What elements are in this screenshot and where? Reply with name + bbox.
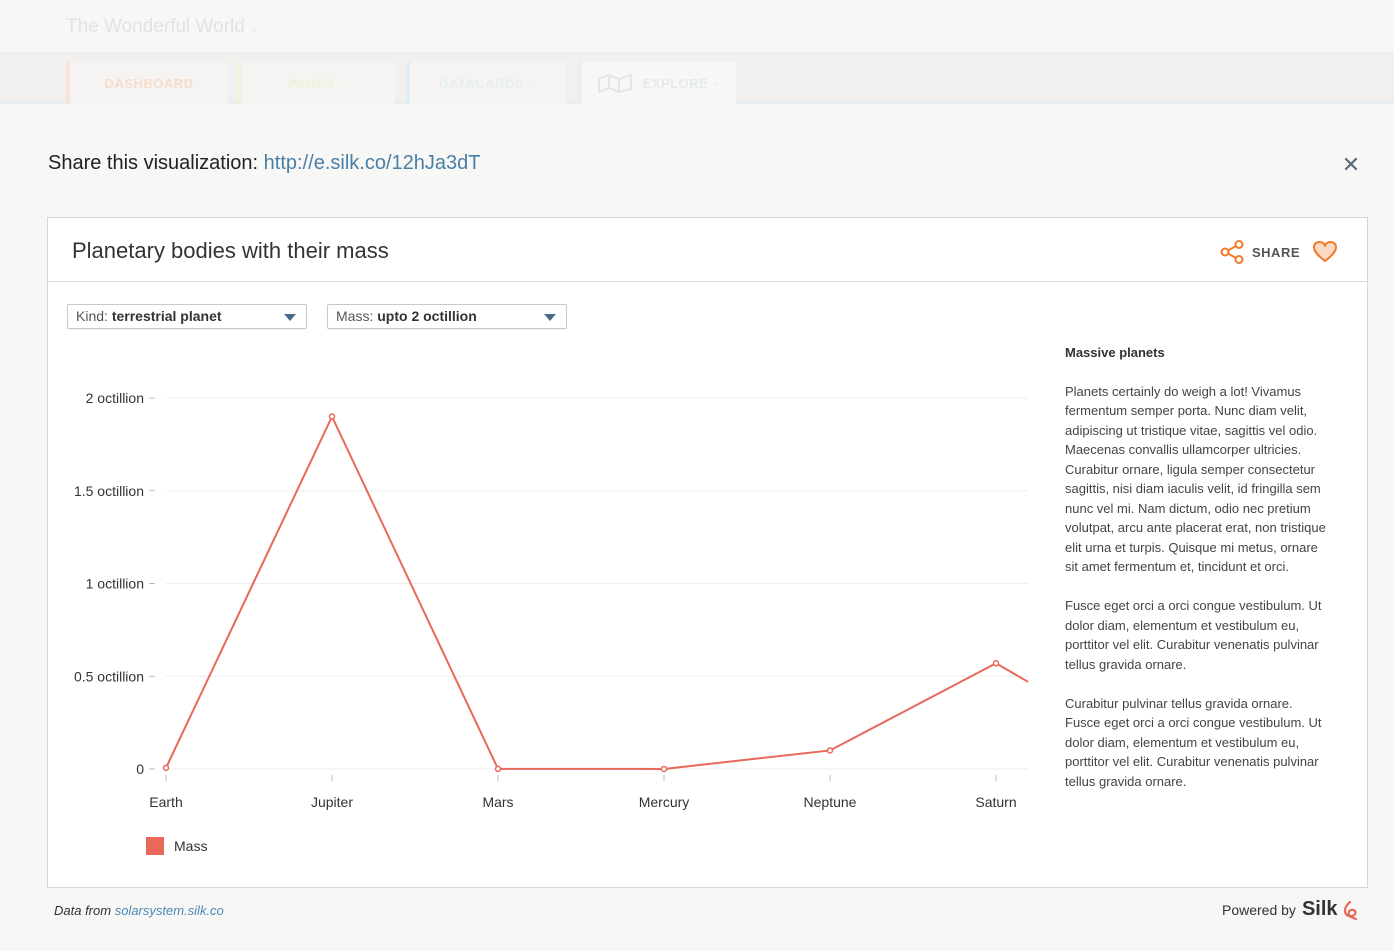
powered-by-label: Powered by bbox=[1222, 901, 1296, 918]
close-icon[interactable]: ✕ bbox=[1341, 154, 1361, 176]
legend-label: Mass bbox=[174, 838, 208, 854]
side-description: Massive planets Planets certainly do wei… bbox=[1065, 343, 1330, 811]
tab-label: EXPLORE bbox=[642, 75, 709, 91]
data-point bbox=[992, 660, 1000, 667]
share-url-link[interactable]: http://e.silk.co/12hJa3dT bbox=[264, 152, 481, 174]
tab-datacards[interactable]: DATACARDS ⌄ bbox=[406, 62, 566, 104]
side-paragraph: Fusce eget orci a orci congue vestibulum… bbox=[1065, 598, 1322, 672]
chevron-down-icon: ⌄ bbox=[248, 23, 259, 35]
side-paragraph: Curabitur pulvinar tellus gravida ornare… bbox=[1065, 695, 1322, 789]
data-point bbox=[328, 413, 336, 420]
share-row: Share this visualization: http://e.silk.… bbox=[48, 152, 480, 175]
powered-by[interactable]: Powered by Silk bbox=[1222, 898, 1359, 921]
chevron-down-icon: ⌄ bbox=[713, 77, 722, 88]
site-title-text: The Wonderful World bbox=[66, 16, 245, 37]
data-from-label: Data from bbox=[54, 903, 112, 918]
tab-pages[interactable]: PAGES ⌄ bbox=[237, 62, 395, 104]
data-point bbox=[660, 765, 668, 773]
data-source-link[interactable]: solarsystem.silk.co bbox=[115, 903, 224, 918]
tab-label: PAGES bbox=[287, 75, 335, 91]
silk-logo-icon bbox=[1343, 900, 1357, 920]
x-tick-label: Jupiter bbox=[311, 794, 353, 810]
x-tick-label: Earth bbox=[149, 794, 182, 810]
data-point bbox=[162, 764, 170, 772]
chart-legend: Mass bbox=[146, 837, 207, 855]
x-tick-label: Mars bbox=[482, 794, 513, 810]
silk-brand: Silk bbox=[1301, 898, 1338, 920]
series-line-mass bbox=[165, 414, 1029, 770]
chevron-down-icon: ⌄ bbox=[340, 77, 349, 88]
legend-swatch bbox=[146, 837, 164, 855]
mass-line-chart: 0 0.5 octillion 1 octillion 1.5 octillion 2 … bbox=[74, 390, 1029, 810]
visualization-card: Planetary bodies with their mass SHARE K… bbox=[47, 217, 1368, 888]
share-label: Share this visualization: bbox=[48, 152, 259, 174]
heart-icon[interactable] bbox=[1312, 240, 1338, 264]
y-tick-label: 0.5 octillion bbox=[74, 668, 144, 684]
chevron-down-icon: ⌄ bbox=[528, 77, 537, 88]
share-button[interactable]: SHARE bbox=[1220, 240, 1300, 264]
tab-label: DATACARDS bbox=[439, 75, 524, 91]
tab-explore[interactable]: EXPLORE ⌄ bbox=[578, 62, 736, 104]
y-tick-label: 2 octillion bbox=[86, 390, 144, 406]
data-point bbox=[826, 747, 834, 754]
y-tick-label: 0 bbox=[136, 761, 144, 777]
y-tick-label: 1.5 octillion bbox=[74, 483, 144, 499]
site-title[interactable]: The Wonderful World ⌄ bbox=[66, 16, 258, 38]
x-tick-label: Neptune bbox=[804, 794, 857, 810]
y-tick-label: 1 octillion bbox=[86, 576, 144, 592]
tab-dashboard[interactable]: DASHBOARD bbox=[66, 62, 228, 104]
map-icon bbox=[597, 73, 632, 93]
data-source-note: Data from solarsystem.silk.co bbox=[54, 903, 224, 918]
share-icon bbox=[1220, 240, 1244, 264]
share-button-label: SHARE bbox=[1252, 244, 1301, 260]
data-point bbox=[494, 765, 502, 773]
side-title: Massive planets bbox=[1065, 345, 1165, 360]
x-tick-label: Saturn bbox=[975, 794, 1016, 810]
tab-label: DASHBOARD bbox=[104, 75, 194, 91]
side-paragraph: Planets certainly do weigh a lot! Vivamu… bbox=[1065, 383, 1326, 575]
x-tick-label: Mercury bbox=[639, 794, 690, 810]
